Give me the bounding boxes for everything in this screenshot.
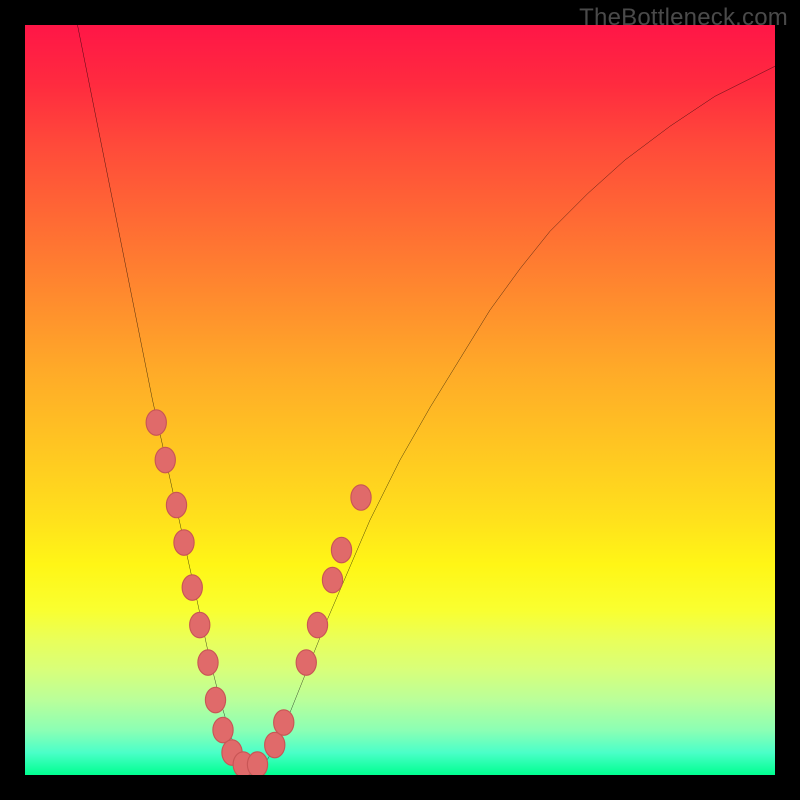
data-marker (322, 567, 342, 593)
watermark-text: TheBottleneck.com (579, 4, 788, 32)
data-marker (307, 612, 327, 638)
bottleneck-curve (78, 25, 776, 770)
data-marker (190, 612, 210, 638)
data-marker (166, 492, 186, 518)
chart-frame: TheBottleneck.com (0, 0, 800, 800)
data-marker (182, 575, 202, 601)
data-marker (351, 485, 371, 510)
data-marker (198, 650, 218, 676)
data-marker (265, 732, 285, 758)
data-marker (296, 650, 316, 676)
data-marker (247, 752, 267, 775)
data-marker (205, 687, 225, 713)
data-marker (174, 530, 194, 556)
data-marker (331, 537, 351, 563)
plot-area (25, 25, 775, 775)
data-marker (155, 447, 175, 473)
data-marker (274, 710, 294, 736)
curve-markers (146, 410, 371, 775)
data-marker (213, 717, 233, 743)
data-marker (146, 410, 166, 436)
chart-svg (25, 25, 775, 775)
